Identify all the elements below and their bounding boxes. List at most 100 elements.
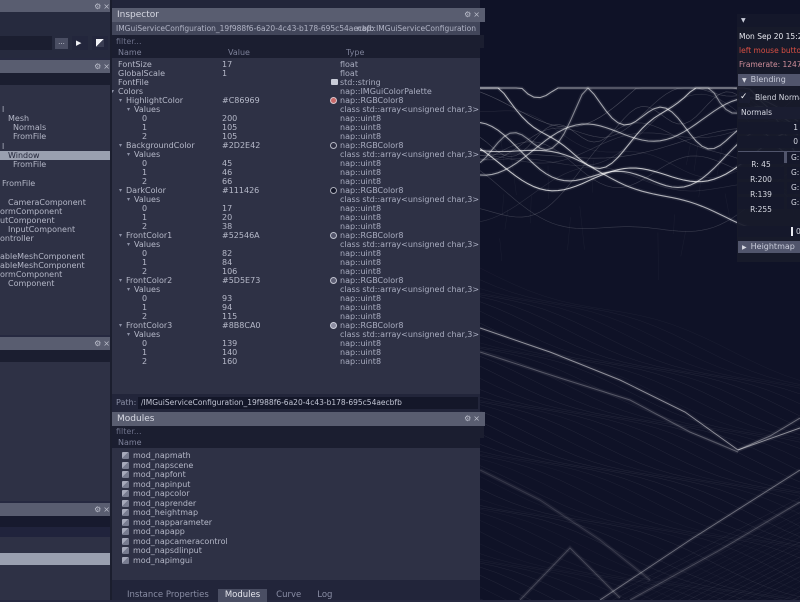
property-value[interactable]: #111426: [222, 186, 259, 195]
inspector-row[interactable]: 2105nap::uint8: [112, 132, 480, 141]
imgui-overlay-window[interactable]: ▼ Mon Sep 20 15:29:45 20 left mouse butt…: [737, 14, 800, 262]
inspector-row[interactable]: 0139nap::uint8: [112, 339, 480, 348]
inspector-row[interactable]: ▾HighlightColor#C86969nap::RGBColor8: [112, 96, 480, 105]
inspector-row[interactable]: 120nap::uint8: [112, 213, 480, 222]
color-r-field[interactable]: R:200: [738, 167, 784, 179]
property-value[interactable]: 17: [222, 60, 232, 69]
slider-grab[interactable]: [791, 227, 793, 236]
tree-item[interactable]: Normals: [13, 123, 46, 132]
tree-item[interactable]: ontroller: [0, 234, 34, 243]
imgui-titlebar[interactable]: ▼: [737, 14, 800, 27]
inspector-row[interactable]: 045nap::uint8: [112, 159, 480, 168]
expand-arrow-icon[interactable]: ▾: [119, 141, 122, 150]
tree-item[interactable]: FromFile: [13, 160, 46, 169]
inspector-row[interactable]: 184nap::uint8: [112, 258, 480, 267]
inspector-row[interactable]: 0200nap::uint8: [112, 114, 480, 123]
color-r-field[interactable]: R:139: [738, 182, 784, 194]
tree-item[interactable]: ableMeshComponent: [0, 261, 85, 270]
tree-item[interactable]: l: [2, 142, 4, 151]
inspector-row[interactable]: ▾FrontColor2#5D5E73nap::RGBColor8: [112, 276, 480, 285]
normals-combo[interactable]: Normals: [738, 107, 800, 119]
property-value[interactable]: #C86969: [222, 96, 260, 105]
inspector-row[interactable]: 266nap::uint8: [112, 177, 480, 186]
gear-icon[interactable]: ⚙: [94, 62, 103, 71]
property-value[interactable]: 45: [222, 159, 232, 168]
history-titlebar[interactable]: ⚙×: [0, 503, 115, 516]
close-icon[interactable]: ×: [473, 10, 482, 19]
blend-normals-checkbox[interactable]: ✓: [739, 92, 750, 103]
inspector-row[interactable]: ▾FrontColor1#52546Anap::RGBColor8: [112, 231, 480, 240]
tab-modules[interactable]: Modules: [218, 589, 267, 602]
color-r-field[interactable]: R:255: [738, 197, 784, 209]
tree-item[interactable]: Component: [8, 279, 54, 288]
inspector-row[interactable]: ▾Valuesclass std::array<unsigned char,3>: [112, 105, 480, 114]
inspector-row[interactable]: 093nap::uint8: [112, 294, 480, 303]
property-value[interactable]: #8B8CA0: [222, 321, 261, 330]
property-value[interactable]: 82: [222, 249, 232, 258]
module-list-item[interactable]: mod_napinput: [112, 480, 480, 490]
inspector-row[interactable]: 146nap::uint8: [112, 168, 480, 177]
tree-item[interactable]: ormComponent: [0, 270, 62, 279]
modules-filter-input[interactable]: filter...: [112, 426, 484, 438]
expand-arrow-icon[interactable]: ▾: [119, 96, 122, 105]
color-g-field[interactable]: G: 46: [787, 152, 800, 164]
inspector-row[interactable]: ▾BackgroundColor#2D2E42nap::RGBColor8: [112, 141, 480, 150]
color-g-field[interactable]: G:255: [787, 197, 800, 209]
inspector-row[interactable]: 1105nap::uint8: [112, 123, 480, 132]
tree-item[interactable]: l: [2, 105, 4, 114]
inspector-titlebar[interactable]: Inspector ⚙×: [112, 8, 485, 22]
stop-edit-button[interactable]: [92, 36, 108, 50]
number-field-1[interactable]: 1: [738, 122, 800, 134]
gear-icon[interactable]: ⚙: [94, 339, 103, 348]
property-value[interactable]: #5D5E73: [222, 276, 260, 285]
expand-arrow-icon[interactable]: ▾: [127, 105, 130, 114]
inspector-row[interactable]: 2115nap::uint8: [112, 312, 480, 321]
tree-item[interactable]: InputComponent: [8, 225, 75, 234]
types-filter-input[interactable]: [0, 350, 114, 362]
inspector-row[interactable]: 082nap::uint8: [112, 249, 480, 258]
number-field-2[interactable]: 0: [738, 136, 800, 148]
module-list-item[interactable]: mod_napsdlinput: [112, 546, 480, 556]
expand-arrow-icon[interactable]: ▾: [119, 186, 122, 195]
tree-item[interactable]: ableMeshComponent: [0, 252, 85, 261]
module-list-item[interactable]: mod_napscene: [112, 461, 480, 471]
tree-item[interactable]: FromFile: [13, 132, 46, 141]
expand-arrow-icon[interactable]: ▾: [112, 87, 114, 96]
gear-icon[interactable]: ⚙: [94, 2, 103, 11]
inspector-filter-input[interactable]: filter...: [112, 35, 484, 48]
tab-curve[interactable]: Curve: [269, 589, 308, 602]
property-value[interactable]: 106: [222, 267, 237, 276]
expand-arrow-icon[interactable]: ▾: [127, 330, 130, 339]
module-list-item[interactable]: mod_naprender: [112, 499, 480, 509]
inspector-row[interactable]: 194nap::uint8: [112, 303, 480, 312]
path-field[interactable]: /IMGuiServiceConfiguration_19f988f6-6a20…: [138, 397, 478, 409]
property-value[interactable]: 200: [222, 114, 237, 123]
modules-titlebar[interactable]: Modules ⚙×: [112, 412, 485, 426]
history-filter-input[interactable]: [0, 516, 110, 527]
tree-item[interactable]: Window: [0, 151, 110, 160]
app-path-input[interactable]: [0, 36, 52, 50]
close-icon[interactable]: ×: [473, 414, 482, 423]
inspector-row[interactable]: 017nap::uint8: [112, 204, 480, 213]
property-value[interactable]: #52546A: [222, 231, 260, 240]
types-titlebar[interactable]: ⚙×: [0, 337, 115, 350]
inspector-row[interactable]: 2106nap::uint8: [112, 267, 480, 276]
property-value[interactable]: 17: [222, 204, 232, 213]
tab-log[interactable]: Log: [310, 589, 339, 602]
property-value[interactable]: 20: [222, 213, 232, 222]
browse-button[interactable]: ...: [55, 38, 68, 49]
inspector-row[interactable]: ▾Valuesclass std::array<unsigned char,3>: [112, 285, 480, 294]
module-list-item[interactable]: mod_napapp: [112, 527, 480, 537]
resources-titlebar[interactable]: ⚙×: [0, 60, 115, 73]
inspector-row[interactable]: 1140nap::uint8: [112, 348, 480, 357]
property-value[interactable]: 1: [222, 69, 227, 78]
color-r-field[interactable]: R: 45: [738, 152, 784, 164]
inspector-row[interactable]: ▾Valuesclass std::array<unsigned char,3>: [112, 330, 480, 339]
collapse-arrow-icon[interactable]: ▼: [741, 17, 746, 24]
apprunner-titlebar[interactable]: ⚙×: [0, 0, 115, 12]
inspector-row[interactable]: ▾Colorsnap::IMGuiColorPalette: [112, 87, 480, 96]
property-value[interactable]: 105: [222, 123, 237, 132]
tree-item[interactable]: FromFile: [2, 179, 35, 188]
property-value[interactable]: 38: [222, 222, 232, 231]
tab-instance-properties[interactable]: Instance Properties: [120, 589, 216, 602]
